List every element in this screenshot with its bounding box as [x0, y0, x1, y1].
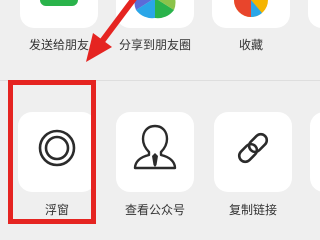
copy-link-label: 复制链接 — [228, 203, 277, 217]
share-more-button[interactable] — [308, 0, 320, 28]
action-more-tile[interactable] — [310, 112, 320, 192]
share-to-moments-label: 分享到朋友圈 — [118, 38, 191, 52]
highlight-box — [8, 80, 96, 224]
share-sheet: 发送给朋友 分享到朋友圈 收藏 浮窗 查看公众号 复制链接 — [0, 0, 320, 240]
favorite-label: 收藏 — [238, 38, 263, 52]
official-account-icon — [133, 124, 177, 170]
moments-icon — [134, 0, 176, 19]
view-official-account-label: 查看公众号 — [124, 203, 185, 217]
view-official-account-button[interactable] — [116, 112, 194, 192]
send-to-friend-button[interactable] — [20, 0, 98, 28]
wechat-friend-icon — [40, 0, 78, 6]
send-to-friend-label: 发送给朋友 — [28, 38, 89, 52]
share-to-moments-button[interactable] — [116, 0, 194, 28]
copy-link-button[interactable] — [214, 112, 292, 192]
copy-link-icon — [237, 132, 269, 164]
more-icon — [308, 0, 320, 28]
favorite-icon — [234, 0, 268, 18]
more-tile-icon — [310, 112, 320, 192]
favorite-button[interactable] — [212, 0, 290, 28]
